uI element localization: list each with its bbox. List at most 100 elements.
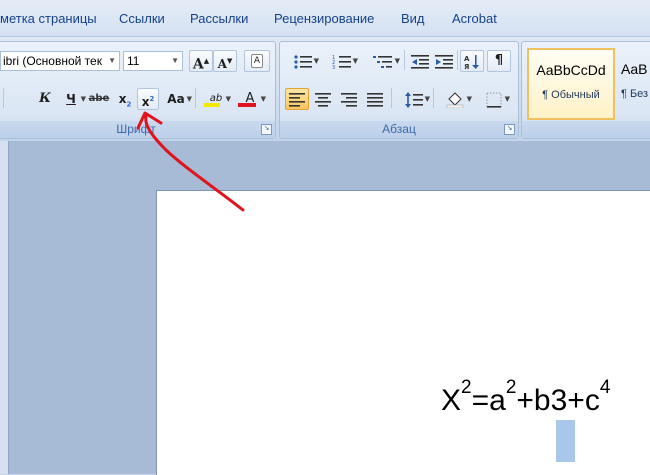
chevron-down-icon[interactable]: ▼	[187, 89, 192, 109]
highlight-color-bar	[204, 103, 220, 107]
font-name-combo[interactable]: ibri (Основной тек ▼	[0, 51, 120, 71]
font-size-combo[interactable]: 11 ▼	[123, 51, 183, 71]
shading-button[interactable]: ▼	[436, 88, 474, 110]
paragraph-group: ▼ 123 ▼ ▼ A Я ¶ ▼ ▼ ▼ Абзац ↘	[279, 41, 519, 139]
formula-base: X	[441, 384, 462, 417]
underline-button[interactable]: Ч ▼	[59, 88, 86, 110]
font-group-label: Шрифт	[0, 121, 275, 138]
formula-exponent-3: 4	[599, 377, 611, 398]
formula-exponent-1: 2	[461, 377, 472, 398]
separator	[457, 50, 458, 70]
multilevel-list-icon	[373, 55, 392, 68]
paragraph-group-label: Абзац	[280, 121, 518, 138]
font-color-bar	[238, 103, 256, 107]
borders-button[interactable]: ▼	[476, 88, 512, 110]
clear-formatting-button[interactable]: A	[244, 50, 270, 72]
ribbon-tab-bar: метка страницы Ссылки Рассылки Рецензиро…	[0, 0, 650, 36]
clear-formatting-icon: A	[250, 54, 264, 68]
tab-review[interactable]: Рецензирование	[274, 11, 374, 26]
chevron-down-icon[interactable]: ▼	[314, 51, 319, 71]
align-left-button[interactable]	[285, 88, 309, 110]
chevron-down-icon[interactable]: ▼	[353, 51, 358, 71]
style-sample-text: AaBbCcDd	[536, 62, 606, 78]
borders-icon	[486, 92, 502, 108]
font-group: ibri (Основной тек ▼ 11 ▼ A▲ A▼ A К Ч ▼ a…	[0, 41, 276, 139]
multilevel-list-button[interactable]: ▼	[364, 50, 402, 72]
numbering-button[interactable]: 123 ▼	[324, 50, 360, 72]
sort-az-icon: AЯ	[464, 54, 479, 71]
chevron-down-icon[interactable]: ▼	[467, 89, 472, 109]
font-color-button[interactable]: A ▼	[233, 88, 267, 110]
tab-page-layout[interactable]: метка страницы	[0, 11, 97, 26]
strikethrough-glyph: abe	[88, 93, 110, 104]
chevron-down-icon[interactable]: ▼	[226, 89, 231, 109]
justify-button[interactable]	[363, 88, 387, 110]
formula-plus-c: +c	[567, 384, 600, 417]
grow-font-glyph: A	[192, 56, 204, 73]
line-spacing-icon	[405, 91, 423, 108]
italic-glyph: К	[39, 91, 51, 106]
font-name-value: ibri (Основной тек	[3, 54, 102, 68]
formula-text[interactable]: X2=a2+b3+c4	[441, 378, 610, 421]
justify-icon	[367, 92, 383, 107]
numbered-list-icon: 123	[332, 55, 351, 71]
change-case-glyph: Aa	[167, 92, 185, 106]
shrink-font-button[interactable]: A▼	[213, 50, 237, 72]
tab-references[interactable]: Ссылки	[119, 11, 165, 26]
chevron-down-icon[interactable]: ▼	[261, 89, 266, 109]
chevron-down-icon[interactable]: ▼	[425, 89, 430, 109]
grow-font-button[interactable]: A▲	[189, 50, 213, 73]
dialog-launcher-icon[interactable]: ↘	[504, 124, 515, 135]
pilcrow-icon: ¶	[494, 53, 504, 68]
svg-text:Я: Я	[464, 63, 469, 70]
bullets-button[interactable]: ▼	[285, 50, 321, 72]
document-page[interactable]	[156, 190, 650, 475]
superscript-button[interactable]: x2	[137, 88, 159, 110]
decrease-indent-icon	[411, 54, 429, 69]
underline-glyph: Ч	[66, 92, 76, 106]
italic-button[interactable]: К	[35, 88, 55, 110]
style-no-spacing[interactable]: AaB ¶ Без	[616, 48, 650, 118]
shrink-font-glyph: A	[217, 57, 227, 71]
strikethrough-button[interactable]: abe	[86, 88, 112, 110]
separator	[195, 88, 196, 108]
formula-exponent-2: 2	[505, 377, 517, 398]
tab-mailings[interactable]: Рассылки	[190, 11, 248, 26]
increase-indent-button[interactable]	[432, 50, 456, 72]
align-left-icon	[289, 92, 305, 107]
align-right-icon	[341, 92, 357, 107]
formula-selected-digit[interactable]: 3	[551, 384, 568, 417]
tab-acrobat[interactable]: Acrobat	[452, 11, 497, 26]
sort-button[interactable]: AЯ	[460, 50, 484, 72]
bullet-list-icon	[294, 54, 312, 69]
style-name-label: ¶ Без	[621, 88, 649, 100]
svg-text:A: A	[464, 55, 470, 63]
decrease-indent-button[interactable]	[408, 50, 432, 72]
style-normal[interactable]: AaBbCcDd ¶ Обычный	[527, 48, 615, 120]
tab-view[interactable]: Вид	[401, 11, 425, 26]
dialog-launcher-icon[interactable]: ↘	[261, 124, 272, 135]
vertical-ruler	[0, 141, 9, 474]
align-right-button[interactable]	[337, 88, 361, 110]
subscript-button[interactable]: x2	[114, 88, 136, 110]
chevron-down-icon[interactable]: ▼	[108, 52, 116, 70]
separator	[433, 88, 434, 108]
chevron-down-icon[interactable]: ▼	[171, 52, 179, 70]
chevron-down-icon[interactable]: ▼	[505, 89, 510, 109]
separator	[391, 88, 392, 108]
chevron-down-icon[interactable]: ▼	[395, 51, 400, 71]
ribbon: ibri (Основной тек ▼ 11 ▼ A▲ A▼ A К Ч ▼ a…	[0, 36, 650, 142]
formula-plus-b: +b	[516, 384, 551, 417]
styles-group: AaBbCcDd ¶ Обычный AaB ¶ Без	[521, 41, 650, 139]
change-case-button[interactable]: Aa ▼	[161, 88, 192, 110]
align-center-icon	[315, 92, 331, 107]
align-center-button[interactable]	[311, 88, 335, 110]
line-spacing-button[interactable]: ▼	[396, 88, 432, 110]
increase-indent-icon	[435, 54, 453, 69]
separator	[3, 88, 4, 108]
show-formatting-marks-button[interactable]: ¶	[487, 50, 511, 72]
highlight-button[interactable]: ab ▼	[200, 88, 232, 110]
styles-group-label	[522, 121, 650, 138]
formula-eq-a: =a	[471, 384, 506, 417]
